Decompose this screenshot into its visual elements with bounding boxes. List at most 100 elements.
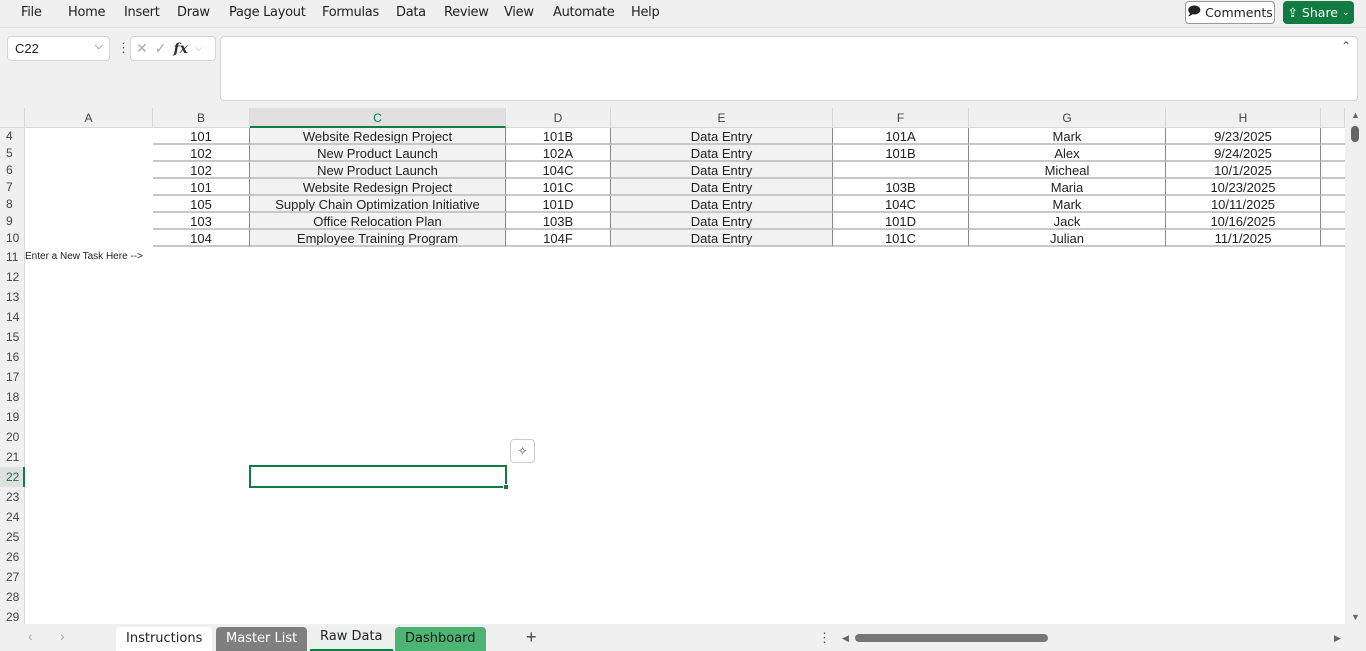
row-header[interactable]: 23	[0, 487, 25, 507]
cell-c5[interactable]: New Product Launch	[250, 145, 506, 162]
cell-c4[interactable]: Website Redesign Project	[250, 128, 506, 145]
cell-f10[interactable]: 101C	[833, 230, 969, 247]
cell-c7[interactable]: Website Redesign Project	[250, 179, 506, 196]
cell-h8[interactable]: 10/11/2025	[1166, 196, 1321, 213]
row-header[interactable]: 15	[0, 327, 25, 347]
row-header[interactable]: 14	[0, 307, 25, 327]
cell-b8[interactable]: 105	[153, 196, 250, 213]
row-header[interactable]: 18	[0, 387, 25, 407]
sheet-tab-raw-data[interactable]: Raw Data	[310, 627, 393, 651]
cell-f8[interactable]: 104C	[833, 196, 969, 213]
cell-e5[interactable]: Data Entry	[611, 145, 833, 162]
select-all[interactable]	[0, 108, 25, 128]
cell-e8[interactable]: Data Entry	[611, 196, 833, 213]
horizontal-scrollbar[interactable]	[855, 634, 1048, 642]
menu-draw[interactable]: Draw	[177, 5, 210, 20]
sheet-tab-instructions[interactable]: Instructions	[116, 627, 213, 651]
scroll-down-icon[interactable]: ▼	[1351, 612, 1360, 622]
cell-d9[interactable]: 103B	[506, 213, 611, 230]
row-header[interactable]: 16	[0, 347, 25, 367]
cell-g7[interactable]: Maria	[969, 179, 1166, 196]
cell-i10[interactable]	[1321, 230, 1345, 247]
chevron-down-icon[interactable]: ⌵	[195, 43, 203, 54]
column-header-h[interactable]: H	[1166, 108, 1321, 128]
cell-h9[interactable]: 10/16/2025	[1166, 213, 1321, 230]
row-header[interactable]: 6	[0, 162, 25, 179]
prev-sheet-icon[interactable]: ‹	[28, 628, 33, 644]
menu-home[interactable]: Home	[68, 5, 106, 20]
menu-data[interactable]: Data	[396, 5, 426, 20]
cell-d4[interactable]: 101B	[506, 128, 611, 145]
cell-f4[interactable]: 101A	[833, 128, 969, 145]
next-sheet-icon[interactable]: ›	[60, 628, 65, 644]
cell-b10[interactable]: 104	[153, 230, 250, 247]
cell-i4[interactable]	[1321, 128, 1345, 145]
cell-d7[interactable]: 101C	[506, 179, 611, 196]
row-header[interactable]: 13	[0, 287, 25, 307]
column-header-a[interactable]: A	[25, 108, 153, 128]
row-header[interactable]: 7	[0, 179, 25, 196]
menu-automate[interactable]: Automate	[553, 5, 615, 20]
column-header-f[interactable]: F	[833, 108, 969, 128]
scroll-right-icon[interactable]: ▶	[1334, 633, 1341, 644]
row-header[interactable]: 22	[0, 467, 25, 487]
cell-i6[interactable]	[1321, 162, 1345, 179]
row-header[interactable]: 17	[0, 367, 25, 387]
collapse-icon[interactable]: ⌃	[1341, 39, 1351, 53]
sheet-tab-master-list[interactable]: Master List	[216, 627, 308, 651]
menu-insert[interactable]: Insert	[124, 5, 160, 20]
menu-view[interactable]: View	[504, 5, 534, 20]
cell-c10[interactable]: Employee Training Program	[250, 230, 506, 247]
insert-function-icon[interactable]: fx	[173, 41, 187, 57]
cell-g10[interactable]: Julian	[969, 230, 1166, 247]
cell-h4[interactable]: 9/23/2025	[1166, 128, 1321, 145]
vertical-scrollbar[interactable]: ▲ ▼	[1345, 108, 1366, 624]
column-header-g[interactable]: G	[969, 108, 1166, 128]
cell-g6[interactable]: Micheal	[969, 162, 1166, 179]
cell-b6[interactable]: 102	[153, 162, 250, 179]
column-header-b[interactable]: B	[153, 108, 250, 128]
copilot-icon[interactable]: ✧	[510, 439, 535, 463]
column-header-d[interactable]: D	[506, 108, 611, 128]
comments-button[interactable]: 🗩 Comments	[1185, 1, 1275, 24]
row-header[interactable]: 12	[0, 267, 25, 287]
cell-b4[interactable]: 101	[153, 128, 250, 145]
cell-g8[interactable]: Mark	[969, 196, 1166, 213]
share-button[interactable]: ⇪ Share ⌄	[1283, 1, 1354, 24]
cell-h6[interactable]: 10/1/2025	[1166, 162, 1321, 179]
cell-e7[interactable]: Data Entry	[611, 179, 833, 196]
cell-b5[interactable]: 102	[153, 145, 250, 162]
check-icon[interactable]: ✓	[155, 40, 167, 57]
row-header[interactable]: 5	[0, 145, 25, 162]
add-sheet-button[interactable]: +	[526, 627, 537, 648]
cell-c9[interactable]: Office Relocation Plan	[250, 213, 506, 230]
row-header[interactable]: 8	[0, 196, 25, 213]
cell-g4[interactable]: Mark	[969, 128, 1166, 145]
cell-i7[interactable]	[1321, 179, 1345, 196]
cell-g9[interactable]: Jack	[969, 213, 1166, 230]
cell-i5[interactable]	[1321, 145, 1345, 162]
row-header[interactable]: 10	[0, 230, 25, 247]
cell-c6[interactable]: New Product Launch	[250, 162, 506, 179]
menu-formulas[interactable]: Formulas	[322, 5, 379, 20]
column-header-i[interactable]	[1321, 108, 1345, 128]
cell-d8[interactable]: 101D	[506, 196, 611, 213]
cell-f5[interactable]: 101B	[833, 145, 969, 162]
cell-f7[interactable]: 103B	[833, 179, 969, 196]
row-header[interactable]: 26	[0, 547, 25, 567]
cell-h10[interactable]: 11/1/2025	[1166, 230, 1321, 247]
more-icon[interactable]: ⋮	[818, 630, 831, 646]
cell-i8[interactable]	[1321, 196, 1345, 213]
cell-d10[interactable]: 104F	[506, 230, 611, 247]
menu-file[interactable]: File	[21, 5, 42, 20]
cell-c8[interactable]: Supply Chain Optimization Initiative	[250, 196, 506, 213]
column-header-e[interactable]: E	[611, 108, 833, 128]
menu-page-layout[interactable]: Page Layout	[229, 5, 306, 20]
row-header[interactable]: 25	[0, 527, 25, 547]
chevron-down-icon[interactable]: ⌵	[95, 40, 103, 53]
menu-help[interactable]: Help	[631, 5, 660, 20]
row-header[interactable]: 11	[0, 247, 25, 267]
column-header-c[interactable]: C	[250, 108, 506, 128]
row-header[interactable]: 19	[0, 407, 25, 427]
cell-e9[interactable]: Data Entry	[611, 213, 833, 230]
